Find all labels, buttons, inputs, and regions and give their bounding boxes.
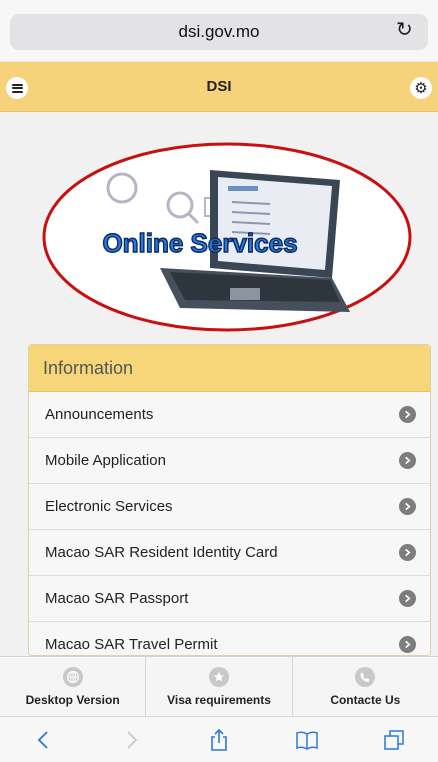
browser-address-area: dsi.gov.mo ↻ <box>0 0 438 62</box>
list-item-label: Macao SAR Resident Identity Card <box>45 544 278 561</box>
bookmarks-button[interactable] <box>292 725 322 755</box>
book-icon <box>295 730 318 750</box>
list-item-travel-permit[interactable]: Macao SAR Travel Permit <box>29 622 430 655</box>
hamburger-icon <box>11 83 23 93</box>
tabs-button[interactable] <box>379 725 409 755</box>
back-icon <box>37 730 48 749</box>
globe-icon <box>62 666 83 687</box>
list-item-mobile-application[interactable]: Mobile Application <box>29 438 430 484</box>
settings-button[interactable]: ⚙ <box>410 77 432 99</box>
tabs-icon <box>384 729 404 750</box>
tab-label: Desktop Version <box>25 692 120 707</box>
list-item-label: Macao SAR Passport <box>45 590 189 607</box>
list-item-label: Announcements <box>45 406 154 423</box>
chevron-right-icon <box>399 452 416 469</box>
list-item-announcements[interactable]: Announcements <box>29 392 430 438</box>
list-item-label: Mobile Application <box>45 452 166 469</box>
phone-icon <box>355 666 376 687</box>
chevron-right-icon <box>399 590 416 607</box>
list-item-electronic-services[interactable]: Electronic Services <box>29 484 430 530</box>
address-bar[interactable]: dsi.gov.mo ↻ <box>10 14 428 50</box>
tab-desktop-version[interactable]: Desktop Version <box>0 657 147 716</box>
menu-button[interactable] <box>6 77 28 99</box>
share-icon <box>211 728 227 751</box>
banner-text: Online Services <box>102 228 297 258</box>
tab-visa-requirements[interactable]: Visa requirements <box>146 657 293 716</box>
chevron-right-icon <box>399 498 416 515</box>
information-heading: Information <box>29 345 430 392</box>
forward-icon <box>127 730 138 749</box>
browser-toolbar <box>0 716 438 762</box>
online-services-illustration: Online Services <box>42 142 412 332</box>
information-panel: Information Announcements Mobile Applica… <box>28 344 431 656</box>
tab-contact-us[interactable]: Contacte Us <box>293 657 438 716</box>
page-title: DSI <box>206 78 232 95</box>
list-item-label: Macao SAR Travel Permit <box>45 636 218 653</box>
online-services-banner[interactable]: Online Services <box>40 140 414 334</box>
reload-icon[interactable]: ↻ <box>396 20 416 40</box>
list-item-identity-card[interactable]: Macao SAR Resident Identity Card <box>29 530 430 576</box>
tab-label: Visa requirements <box>167 692 271 707</box>
star-icon <box>208 666 229 687</box>
tab-label: Contacte Us <box>330 692 401 707</box>
forward-button[interactable] <box>116 725 146 755</box>
bottom-tab-bar: Desktop Version Visa requirements Contac… <box>0 656 438 716</box>
back-button[interactable] <box>29 725 59 755</box>
list-item-passport[interactable]: Macao SAR Passport <box>29 576 430 622</box>
url-text: dsi.gov.mo <box>178 22 260 41</box>
list-item-label: Electronic Services <box>45 498 173 515</box>
gear-icon: ⚙ <box>414 79 428 97</box>
chevron-right-icon <box>399 544 416 561</box>
app-header: DSI ⚙ <box>0 62 438 112</box>
share-button[interactable] <box>204 725 234 755</box>
chevron-right-icon <box>399 406 416 423</box>
chevron-right-icon <box>399 636 416 653</box>
